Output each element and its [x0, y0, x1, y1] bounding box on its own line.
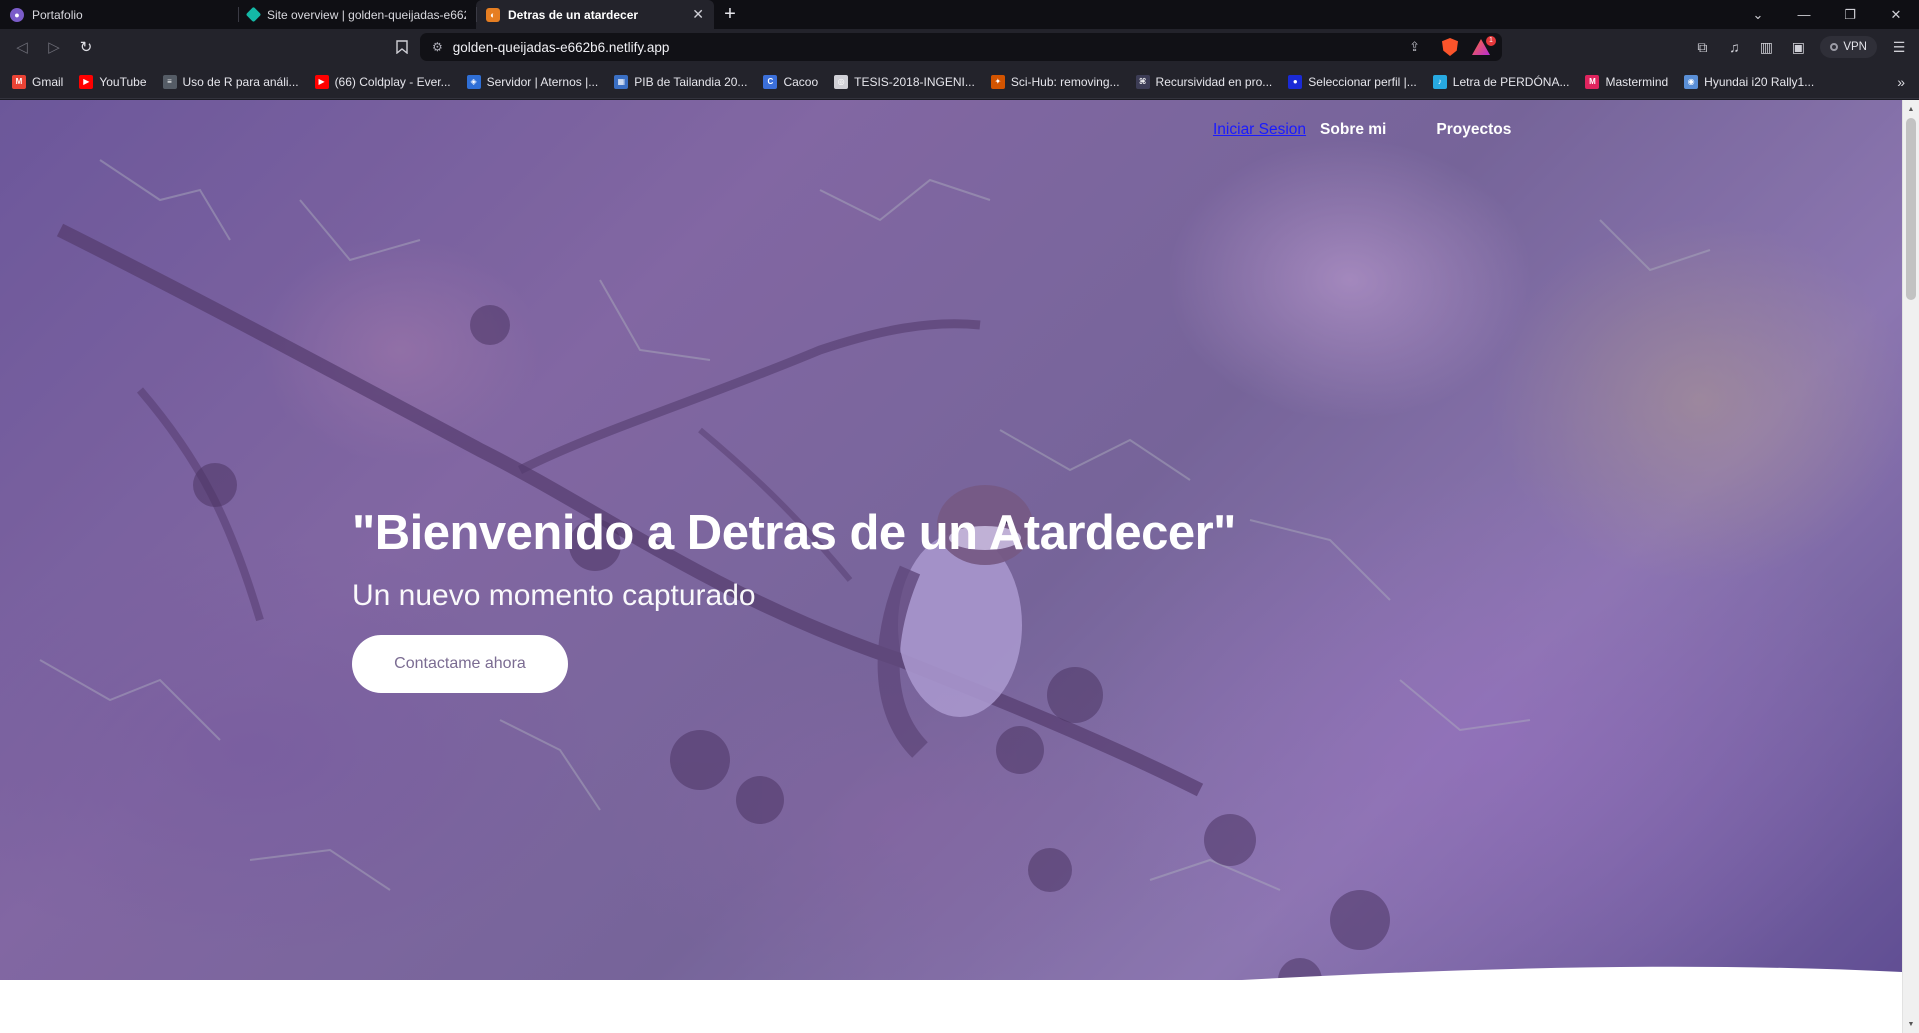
portfolio-icon: ● — [10, 7, 24, 22]
globe-icon: ◉ — [1684, 74, 1699, 89]
sidebar-icon[interactable]: ▥ — [1750, 33, 1782, 61]
code-icon: ⌘ — [1135, 74, 1150, 89]
bookmark-item[interactable]: ♪ Letra de PERDÓNA... — [1432, 74, 1570, 89]
bookmark-item[interactable]: M Gmail — [12, 74, 64, 89]
bookmark-label: (66) Coldplay - Ever... — [334, 74, 451, 89]
vpn-button[interactable]: VPN — [1820, 36, 1877, 58]
bookmark-item[interactable]: C Cacoo — [763, 74, 819, 89]
bookmark-label: Mastermind — [1605, 74, 1669, 89]
close-tab-icon[interactable]: ✕ — [692, 6, 704, 23]
new-tab-button[interactable]: + — [714, 0, 746, 29]
globe-icon: ◎ — [834, 74, 849, 89]
bookmark-label: Letra de PERDÓNA... — [1452, 74, 1570, 89]
bookmark-label: Seleccionar perfil |... — [1308, 74, 1417, 89]
site-info-icon[interactable]: ⚙ — [432, 40, 443, 54]
tab-site-overview[interactable]: Site overview | golden-queijadas-e662 — [238, 0, 476, 29]
tab-title: Portafolio — [32, 7, 83, 22]
bookmark-item[interactable]: ▦ PIB de Tailandia 20... — [614, 74, 748, 89]
tab-title: Detras de un atardecer — [508, 7, 639, 22]
bookmark-item[interactable]: ⌘ Recursividad en pro... — [1135, 74, 1273, 89]
nav-projects-link[interactable]: Proyectos — [1436, 121, 1511, 139]
reload-icon[interactable]: ↻ — [70, 33, 102, 61]
bookmark-label: Cacoo — [783, 74, 819, 89]
vpn-label: VPN — [1843, 41, 1867, 53]
tab-search-icon[interactable]: ⌄ — [1735, 0, 1781, 29]
nav-login-link[interactable]: Iniciar Sesion — [1213, 121, 1306, 139]
bookmark-label: TESIS-2018-INGENI... — [854, 74, 975, 89]
mastermind-icon: M — [1585, 74, 1600, 89]
bookmark-page-icon[interactable] — [388, 33, 416, 61]
hero-title: "Bienvenido a Detras de un Atardecer" — [352, 506, 1236, 560]
url-text[interactable]: golden-queijadas-e662b6.netlify.app — [453, 40, 670, 55]
aternos-icon: ◈ — [466, 74, 481, 89]
tab-detras-de-un-atardecer[interactable]: ◐ Detras de un atardecer ✕ — [476, 0, 714, 29]
bookmark-item[interactable]: ≡ Uso de R para análi... — [162, 74, 299, 89]
bookmark-item[interactable]: ◈ Servidor | Aternos |... — [466, 74, 599, 89]
bookmark-item[interactable]: ◎ TESIS-2018-INGENI... — [834, 74, 975, 89]
share-icon[interactable]: ⇪ — [1409, 39, 1420, 55]
vpn-status-icon — [1830, 43, 1839, 51]
minimize-icon[interactable]: — — [1781, 0, 1827, 29]
chart-icon: ▦ — [614, 74, 629, 89]
bookmark-label: Servidor | Aternos |... — [486, 74, 599, 89]
rewards-badge: 1 — [1486, 36, 1496, 46]
scroll-up-icon[interactable]: ▲ — [1903, 102, 1919, 116]
tab-title: Site overview | golden-queijadas-e662 — [267, 7, 466, 22]
media-icon[interactable]: ♫ — [1718, 33, 1750, 61]
wallet-icon[interactable]: ▣ — [1782, 33, 1814, 61]
hero-section: Iniciar Sesion Sobre mi Proyectos "Bienv… — [0, 100, 1902, 980]
contact-cta-button[interactable]: Contactame ahora — [352, 635, 568, 693]
back-icon[interactable]: ◁ — [6, 33, 38, 61]
menu-icon[interactable]: ☰ — [1883, 33, 1915, 61]
brave-shield-icon[interactable] — [1442, 38, 1458, 56]
bookmark-item[interactable]: ▶ (66) Coldplay - Ever... — [314, 74, 451, 89]
bookmark-label: Hyundai i20 Rally1... — [1704, 74, 1815, 89]
close-window-icon[interactable]: ✕ — [1873, 0, 1919, 29]
cacoo-icon: C — [763, 74, 778, 89]
bookmark-item[interactable]: ◉ Hyundai i20 Rally1... — [1684, 74, 1815, 89]
hero-bottom-wave — [0, 966, 1902, 1033]
youtube-icon: ▶ — [314, 74, 329, 89]
window-controls: ⌄ — ❐ ✕ — [1735, 0, 1919, 29]
bookmark-label: Recursividad en pro... — [1155, 74, 1273, 89]
sunset-icon: ◐ — [486, 7, 500, 22]
bookmark-label: Gmail — [32, 74, 64, 89]
more-bookmarks-icon[interactable]: » — [1897, 74, 1905, 90]
toolbar-right: ⧉ ♫ ▥ ▣ VPN ☰ — [1686, 29, 1919, 65]
bookmark-label: Uso de R para análi... — [182, 74, 299, 89]
extensions-icon[interactable]: ⧉ — [1686, 33, 1718, 61]
bookmark-label: YouTube — [99, 74, 147, 89]
page-viewport: Iniciar Sesion Sobre mi Proyectos "Bienv… — [0, 100, 1902, 1033]
bookmark-label: Sci-Hub: removing... — [1010, 74, 1120, 89]
bookmark-item[interactable]: ✦ Sci-Hub: removing... — [990, 74, 1120, 89]
browser-toolbar: ◁ ▷ ↻ ⚙ golden-queijadas-e662b6.netlify.… — [0, 29, 1919, 65]
page-scrollbar[interactable]: ▲ ▼ — [1902, 100, 1919, 1033]
tab-portafolio[interactable]: ● Portafolio — [0, 0, 238, 29]
bookmarks-bar: M Gmail ▶ YouTube ≡ Uso de R para análi... ▶ (6… — [0, 65, 1919, 99]
hero-subtitle: Un nuevo momento capturado — [352, 579, 756, 612]
bookmark-item[interactable]: M Mastermind — [1585, 74, 1669, 89]
tab-strip: ● Portafolio Site overview | golden-quei… — [0, 0, 1919, 29]
youtube-icon: ▶ — [79, 74, 94, 89]
restore-icon[interactable]: ❐ — [1827, 0, 1873, 29]
gmail-icon: M — [12, 74, 26, 89]
bookmark-item[interactable]: ▶ YouTube — [79, 74, 147, 89]
lyrics-icon: ♪ — [1432, 74, 1447, 89]
profile-icon: ● — [1288, 74, 1303, 89]
scroll-down-icon[interactable]: ▼ — [1903, 1017, 1919, 1031]
top-nav: Iniciar Sesion Sobre mi Proyectos — [1213, 121, 1511, 139]
bookmark-label: PIB de Tailandia 20... — [634, 74, 748, 89]
nav-about-link[interactable]: Sobre mi — [1320, 121, 1386, 139]
forward-icon[interactable]: ▷ — [38, 33, 70, 61]
netlify-icon — [245, 6, 262, 23]
document-icon: ≡ — [162, 74, 177, 89]
scihub-icon: ✦ — [990, 74, 1005, 89]
scroll-thumb[interactable] — [1906, 118, 1916, 300]
address-bar[interactable]: ⚙ golden-queijadas-e662b6.netlify.app ⇪ … — [420, 33, 1502, 61]
bookmark-item[interactable]: ● Seleccionar perfil |... — [1288, 74, 1417, 89]
